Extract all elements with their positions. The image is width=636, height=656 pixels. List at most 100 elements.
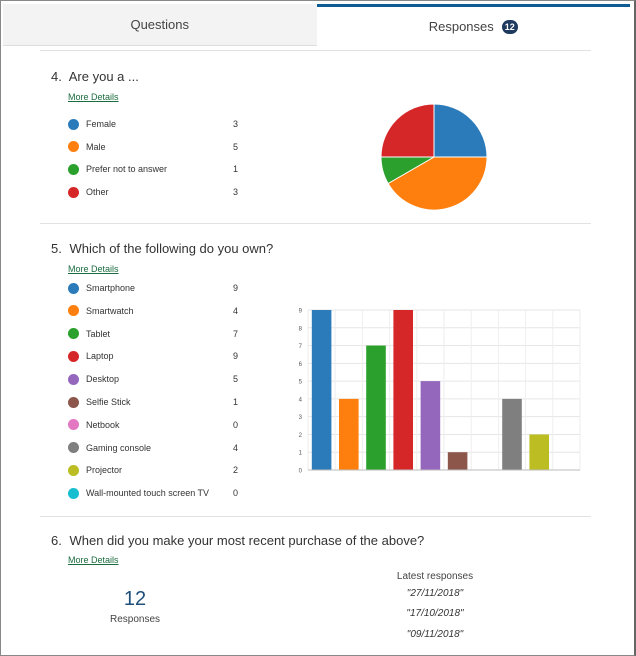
legend-label: Netbook (86, 419, 120, 430)
legend-item: Projector 2 (68, 463, 238, 477)
legend-label: Female (86, 119, 117, 129)
latest-response-item: "09/11/2018" (406, 629, 464, 640)
legend-item: Tablet 7 (68, 327, 238, 341)
legend-count: 0 (232, 488, 238, 499)
y-tick-label: 8 (299, 326, 303, 332)
legend-swatch (68, 396, 79, 408)
bar (311, 310, 332, 470)
y-tick-label: 2 (299, 433, 303, 439)
tab-responses[interactable]: Responses 12 (316, 4, 630, 46)
more-details-link-q6[interactable]: More Details (68, 555, 119, 565)
legend-label: Male (86, 141, 106, 152)
legend-label: Smartwatch (86, 305, 134, 316)
bar (502, 398, 522, 470)
more-details-link-q5[interactable]: More Details (68, 264, 119, 274)
bar (529, 434, 549, 470)
section-divider (40, 50, 591, 51)
y-tick-label: 6 (299, 362, 303, 368)
legend-label: Laptop (86, 351, 114, 362)
question-number: 5. (51, 241, 62, 256)
y-tick-label: 0 (299, 469, 303, 475)
question-number: 4. (51, 69, 62, 84)
section-divider (40, 516, 591, 517)
responses-label: Responses (109, 614, 161, 625)
pie-slice (433, 103, 488, 158)
legend-swatch (68, 373, 79, 385)
bar (366, 345, 386, 470)
question-text: Which of the following do you own? (69, 241, 274, 256)
legend-count: 0 (232, 419, 238, 430)
legend-swatch (68, 487, 79, 499)
bar-chart: 0 1 2 3 4 5 6 7 8 9 (299, 309, 581, 475)
latest-response-item: "17/10/2018" (406, 608, 464, 619)
legend-count: 4 (232, 305, 238, 316)
question-4-title: 4. Are you a ... (51, 69, 139, 84)
legend-item: Selfie Stick 1 (68, 395, 238, 409)
legend-item: Other 3 (68, 185, 238, 199)
bar (447, 452, 468, 470)
legend-item: Netbook 0 (68, 418, 238, 432)
pie-slice (380, 103, 435, 158)
question-6-title: 6. When did you make your most recent pu… (51, 533, 424, 548)
legend-count: 3 (232, 187, 238, 198)
y-tick-label: 7 (299, 344, 303, 350)
y-tick-label: 1 (299, 451, 303, 457)
legend-item: Wall-mounted touch screen TV 0 (68, 486, 238, 500)
legend-label: Smartphone (86, 283, 136, 293)
tab-bar: Questions Responses 12 (3, 4, 630, 46)
legend-item: Smartwatch 4 (68, 304, 238, 318)
legend-label: Projector (86, 465, 123, 476)
latest-responses-title: Latest responses (396, 571, 474, 582)
question-5-title: 5. Which of the following do you own? (51, 241, 273, 256)
legend-swatch (68, 282, 79, 294)
question-text: When did you make your most recent purch… (69, 533, 425, 548)
bar (420, 381, 441, 470)
y-tick-label: 9 (299, 309, 303, 315)
legend-item: Prefer not to answer 1 (68, 162, 238, 176)
latest-response-item: "27/11/2018" (406, 588, 464, 599)
legend-label: Tablet (86, 328, 111, 339)
tab-responses-label: Responses (428, 19, 494, 34)
legend-swatch (68, 305, 79, 317)
y-tick-label: 3 (299, 415, 303, 421)
responses-count-badge: 12 (501, 19, 518, 34)
legend-count: 4 (232, 442, 238, 453)
bar (393, 310, 413, 470)
responses-count: 12 (123, 588, 147, 610)
y-tick-label: 5 (299, 380, 303, 386)
legend-swatch (68, 328, 79, 340)
legend-label: Wall-mounted touch screen TV (86, 488, 210, 499)
legend-item: Desktop 5 (68, 372, 238, 386)
legend-count: 5 (232, 374, 238, 385)
bar (339, 398, 359, 470)
legend-swatch (68, 350, 79, 362)
legend-swatch (68, 442, 79, 454)
legend-count: 5 (232, 141, 238, 152)
legend-count: 9 (232, 351, 238, 362)
legend-item: Laptop 9 (68, 349, 238, 363)
legend-label: Prefer not to answer (86, 164, 168, 175)
tab-questions-label: Questions (130, 17, 190, 32)
more-details-link-q4[interactable]: More Details (68, 92, 119, 102)
question-text: Are you a ... (68, 69, 139, 84)
legend-item: Male 5 (68, 140, 238, 154)
legend-swatch (68, 419, 79, 431)
legend-count: 1 (232, 397, 238, 407)
section-divider (40, 223, 591, 224)
legend-count: 7 (232, 328, 238, 339)
legend-swatch (68, 464, 79, 476)
legend-count: 9 (232, 283, 238, 293)
tab-questions[interactable]: Questions (3, 4, 317, 46)
y-tick-label: 4 (299, 397, 303, 403)
legend-count: 1 (232, 164, 238, 175)
legend-count: 2 (232, 465, 238, 476)
legend-label: Desktop (86, 374, 120, 385)
legend-item: Female 3 (68, 117, 238, 131)
legend-swatch (68, 186, 79, 198)
legend-label: Selfie Stick (86, 397, 131, 407)
question-number: 6. (51, 533, 62, 548)
legend-swatch (68, 163, 79, 175)
legend-count: 3 (232, 119, 238, 129)
pie-chart (380, 103, 488, 211)
legend-swatch (68, 141, 79, 153)
